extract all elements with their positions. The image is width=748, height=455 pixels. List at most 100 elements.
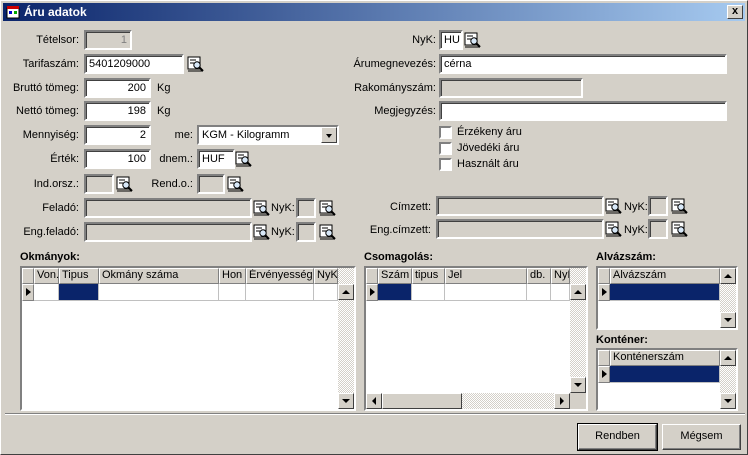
erzekeny-checkbox[interactable] (439, 126, 452, 139)
csomagolas-hscroll[interactable] (366, 393, 570, 409)
alvazszam-vscroll[interactable] (720, 268, 736, 328)
cimzett-label: Címzett: (390, 201, 431, 213)
cimzett-field[interactable] (436, 196, 604, 216)
csomagolas-col-nyk[interactable]: NyK (551, 268, 570, 284)
arumegnevezes-field[interactable]: cérna (439, 54, 727, 74)
erzekeny-label: Érzékeny áru (457, 126, 522, 138)
tarifaszam-lookup-icon[interactable] (187, 56, 205, 72)
table-cell[interactable] (34, 284, 59, 301)
okmanyok-col-hon[interactable]: Hon (219, 268, 246, 284)
table-cell[interactable] (412, 284, 445, 301)
dnem-label: dnem.: (159, 153, 193, 165)
ertek-label: Érték: (50, 153, 79, 165)
mennyiseg-field[interactable]: 2 (84, 125, 151, 145)
table-cell-selected[interactable] (610, 366, 720, 383)
scroll-left-icon[interactable] (366, 393, 382, 409)
engcimzett-field[interactable] (436, 219, 604, 239)
window: Áru adatok x Tételsor: 1 Tarifaszám: 540… (0, 0, 748, 455)
nyk-field[interactable]: HU (439, 30, 463, 50)
cimzett-nyk-field[interactable] (648, 196, 668, 216)
table-cell[interactable] (219, 284, 246, 301)
dnem-field[interactable]: HUF (197, 149, 235, 169)
alvazszam-grid[interactable]: Alvázszám (596, 266, 738, 330)
dnem-lookup-icon[interactable] (235, 151, 253, 167)
csomagolas-col-db[interactable]: db. (527, 268, 551, 284)
ertek-field[interactable]: 100 (84, 149, 151, 169)
kontener-corner (598, 350, 610, 366)
csomagolas-vscroll[interactable] (570, 268, 586, 393)
hasznalt-checkbox[interactable] (439, 158, 452, 171)
tarifaszam-field[interactable]: 5401209000 (84, 54, 184, 74)
row-indicator-icon (598, 284, 610, 301)
felado-lookup-icon[interactable] (253, 200, 271, 216)
csomagolas-col-tipus[interactable]: tipus (412, 268, 445, 284)
jovedeki-checkbox[interactable] (439, 142, 452, 155)
scroll-up-icon[interactable] (720, 268, 736, 284)
megjegyzes-field[interactable] (439, 101, 727, 121)
okmanyok-vscroll[interactable] (338, 268, 354, 409)
engcimzett-nyk-field[interactable] (648, 219, 668, 239)
scroll-up-icon[interactable] (338, 284, 354, 300)
felado-nyk-field[interactable] (296, 198, 316, 218)
table-cell-selected[interactable] (610, 284, 720, 301)
engfelado-lookup-icon[interactable] (253, 224, 271, 240)
felado-field[interactable] (84, 198, 252, 218)
table-cell[interactable] (99, 284, 219, 301)
rakomanyszam-field[interactable] (439, 78, 583, 98)
table-cell[interactable] (527, 284, 551, 301)
engcimzett-nyk-lookup-icon[interactable] (671, 221, 689, 237)
scroll-down-icon[interactable] (720, 393, 736, 409)
kontener-col[interactable]: Konténerszám (610, 350, 720, 366)
scroll-corner (570, 393, 586, 409)
alvazszam-col[interactable]: Alvázszám (610, 268, 720, 284)
netto-field[interactable]: 198 (84, 101, 151, 121)
csomagolas-col-szam[interactable]: Szám (378, 268, 412, 284)
me-select[interactable]: KGM - Kilogramm (197, 125, 339, 145)
scroll-down-icon[interactable] (570, 377, 586, 393)
title-bar[interactable]: Áru adatok x (3, 3, 745, 21)
tetelsor-label: Tételsor: (36, 34, 79, 46)
kontener-title: Konténer: (596, 334, 648, 346)
indorsz-lookup-icon[interactable] (116, 176, 134, 192)
engfelado-field[interactable] (84, 222, 252, 242)
okmanyok-col-von[interactable]: Von. (34, 268, 59, 284)
kontener-vscroll[interactable] (720, 350, 736, 409)
table-cell[interactable] (314, 284, 338, 301)
rendo-field[interactable] (197, 174, 225, 194)
scroll-down-icon[interactable] (338, 393, 354, 409)
scroll-up-icon[interactable] (570, 284, 586, 300)
engcimzett-nyk-label: NyK: (624, 224, 648, 236)
megjegyzes-label: Megjegyzés: (374, 105, 436, 117)
engfelado-nyk-field[interactable] (296, 222, 316, 242)
csomagolas-grid[interactable]: Szám tipus Jel db. NyK (364, 266, 588, 411)
kontener-grid[interactable]: Konténerszám (596, 348, 738, 411)
okmanyok-col-tipus[interactable]: Tipus (59, 268, 99, 284)
indorsz-field[interactable] (84, 174, 114, 194)
table-cell-selected[interactable] (59, 284, 99, 301)
brutto-field[interactable]: 200 (84, 78, 151, 98)
okmanyok-grid[interactable]: Von. Tipus Okmány száma Hon Érvényesség … (20, 266, 356, 411)
nyk-lookup-icon[interactable] (464, 32, 482, 48)
table-cell[interactable] (246, 284, 314, 301)
rendo-lookup-icon[interactable] (227, 176, 245, 192)
scroll-up-icon[interactable] (720, 350, 736, 366)
table-cell-selected[interactable] (378, 284, 412, 301)
table-cell[interactable] (551, 284, 570, 301)
scroll-thumb[interactable] (382, 393, 462, 409)
engcimzett-lookup-icon[interactable] (605, 221, 623, 237)
close-button[interactable]: x (727, 5, 743, 19)
okmanyok-col-ervenyesseg[interactable]: Érvényesség (246, 268, 314, 284)
okmanyok-col-nyk[interactable]: NyK (314, 268, 338, 284)
csomagolas-col-jel[interactable]: Jel (445, 268, 527, 284)
hasznalt-label: Használt áru (457, 158, 519, 170)
ok-button[interactable]: Rendben (577, 423, 658, 451)
scroll-right-icon[interactable] (554, 393, 570, 409)
chevron-down-icon[interactable] (321, 127, 337, 143)
scroll-down-icon[interactable] (720, 312, 736, 328)
cimzett-nyk-lookup-icon[interactable] (671, 198, 689, 214)
table-cell[interactable] (445, 284, 527, 301)
okmanyok-col-okmanyszam[interactable]: Okmány száma (99, 268, 219, 284)
engfelado-label: Eng.feladó: (23, 226, 79, 238)
cancel-button[interactable]: Mégsem (662, 424, 741, 450)
cimzett-lookup-icon[interactable] (605, 198, 623, 214)
